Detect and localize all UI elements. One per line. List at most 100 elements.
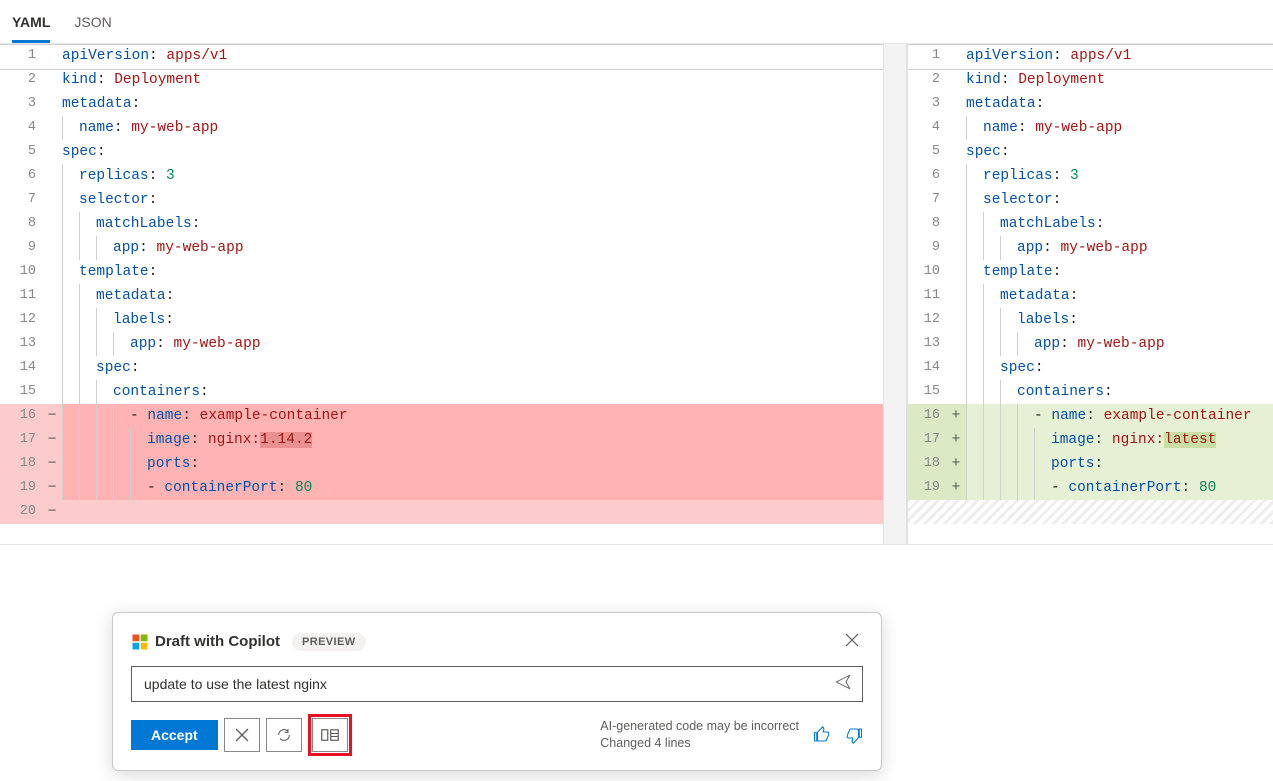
- code-line[interactable]: 12labels:: [0, 308, 883, 332]
- code-line[interactable]: 19+- containerPort: 80: [908, 476, 1273, 500]
- code-line[interactable]: 13app: my-web-app: [908, 332, 1273, 356]
- code-line[interactable]: 17+image: nginx:latest: [908, 428, 1273, 452]
- line-number: 4: [908, 116, 946, 140]
- copilot-prompt[interactable]: [131, 666, 863, 702]
- code-content: name: my-web-app: [983, 116, 1273, 140]
- line-number: 15: [0, 380, 42, 404]
- code-line[interactable]: 2kind: Deployment: [908, 68, 1273, 92]
- code-content: spec:: [62, 140, 883, 164]
- code-line[interactable]: 15containers:: [0, 380, 883, 404]
- code-line[interactable]: 19−- containerPort: 80: [0, 476, 883, 500]
- code-content: spec:: [966, 140, 1273, 164]
- line-number: 12: [908, 308, 946, 332]
- code-line[interactable]: [908, 500, 1273, 524]
- send-button[interactable]: [834, 673, 852, 696]
- discard-button[interactable]: [224, 718, 260, 752]
- code-line[interactable]: 4name: my-web-app: [0, 116, 883, 140]
- code-content: template:: [79, 260, 883, 284]
- code-content: app: my-web-app: [113, 236, 883, 260]
- line-number: 6: [0, 164, 42, 188]
- code-line[interactable]: 12labels:: [908, 308, 1273, 332]
- code-line[interactable]: 18+ports:: [908, 452, 1273, 476]
- code-line[interactable]: 2kind: Deployment: [0, 68, 883, 92]
- line-number: 1: [0, 44, 42, 68]
- code-line[interactable]: 6replicas: 3: [0, 164, 883, 188]
- line-number: 6: [908, 164, 946, 188]
- close-button[interactable]: [841, 627, 863, 656]
- code-content: replicas: 3: [983, 164, 1273, 188]
- code-line[interactable]: 9 app: my-web-app: [908, 236, 1273, 260]
- code-line[interactable]: 11metadata:: [0, 284, 883, 308]
- preview-badge: PREVIEW: [292, 633, 366, 651]
- code-line[interactable]: 17−image: nginx:1.14.2: [0, 428, 883, 452]
- code-content: kind: Deployment: [966, 68, 1273, 92]
- code-line[interactable]: 5 spec:: [0, 140, 883, 164]
- code-line[interactable]: 13app: my-web-app: [0, 332, 883, 356]
- code-content: apiVersion: apps/v1: [966, 44, 1273, 68]
- line-number: 19: [0, 476, 42, 500]
- code-content: ports:: [1051, 452, 1273, 476]
- diff-modified-pane[interactable]: 1apiVersion: apps/v12kind: Deployment3me…: [907, 44, 1273, 544]
- code-line[interactable]: 7selector:: [908, 188, 1273, 212]
- line-number: 16: [0, 404, 42, 428]
- code-line[interactable]: 9app: my-web-app: [0, 236, 883, 260]
- code-line[interactable]: 10 template:: [908, 260, 1273, 284]
- line-number: 7: [0, 188, 42, 212]
- tab-yaml[interactable]: YAML: [12, 14, 50, 43]
- code-line[interactable]: 8matchLabels:: [0, 212, 883, 236]
- code-line[interactable]: 10template:: [0, 260, 883, 284]
- compare-button[interactable]: [312, 718, 348, 752]
- copilot-icon: [131, 633, 149, 651]
- code-line[interactable]: 20−: [0, 500, 883, 524]
- line-number: 11: [908, 284, 946, 308]
- code-line[interactable]: 5 spec:: [908, 140, 1273, 164]
- removed-marker: −: [42, 404, 62, 428]
- close-icon: [235, 728, 249, 742]
- code-line[interactable]: 16− - name: example-container: [0, 404, 883, 428]
- copilot-prompt-input[interactable]: [142, 675, 834, 693]
- code-line[interactable]: 11metadata:: [908, 284, 1273, 308]
- line-number: 10: [908, 260, 946, 284]
- code-line[interactable]: 14spec:: [0, 356, 883, 380]
- code-line[interactable]: 18− ports:: [0, 452, 883, 476]
- format-tabs: YAML JSON: [0, 0, 1273, 43]
- line-number: 8: [908, 212, 946, 236]
- code-line[interactable]: 6 replicas: 3: [908, 164, 1273, 188]
- code-content: - name: example-container: [130, 404, 883, 428]
- code-content: apiVersion: apps/v1: [62, 44, 883, 68]
- code-content: app: my-web-app: [1017, 236, 1273, 260]
- code-line[interactable]: 4 name: my-web-app: [908, 116, 1273, 140]
- code-line[interactable]: 16+- name: example-container: [908, 404, 1273, 428]
- line-number: 7: [908, 188, 946, 212]
- code-content: ports:: [147, 452, 883, 476]
- code-content: selector:: [79, 188, 883, 212]
- line-number: 19: [908, 476, 946, 500]
- regenerate-button[interactable]: [266, 718, 302, 752]
- removed-marker: −: [42, 500, 62, 524]
- line-number: 5: [0, 140, 42, 164]
- code-line[interactable]: 3metadata:: [0, 92, 883, 116]
- code-line[interactable]: 15containers:: [908, 380, 1273, 404]
- thumbs-up-button[interactable]: [813, 726, 831, 744]
- code-line[interactable]: 8matchLabels:: [908, 212, 1273, 236]
- overview-ruler[interactable]: [884, 44, 907, 544]
- line-number: 18: [0, 452, 42, 476]
- code-content: image: nginx:1.14.2: [147, 428, 883, 452]
- removed-marker: −: [42, 452, 62, 476]
- code-line[interactable]: 14spec:: [908, 356, 1273, 380]
- code-line[interactable]: 1apiVersion: apps/v1: [908, 44, 1273, 68]
- accept-button[interactable]: Accept: [131, 720, 218, 750]
- code-content: template:: [983, 260, 1273, 284]
- code-line[interactable]: 3metadata:: [908, 92, 1273, 116]
- code-line[interactable]: 1 apiVersion: apps/v1: [0, 44, 883, 68]
- code-content: - containerPort: 80: [1051, 476, 1273, 500]
- removed-marker: −: [42, 428, 62, 452]
- line-number: 5: [908, 140, 946, 164]
- thumbs-down-button[interactable]: [845, 726, 863, 744]
- line-number: 9: [908, 236, 946, 260]
- code-content: - containerPort: 80: [147, 476, 883, 500]
- tab-json[interactable]: JSON: [74, 14, 111, 43]
- diff-original-pane[interactable]: 1 apiVersion: apps/v12kind: Deployment3me…: [0, 44, 884, 544]
- code-line[interactable]: 7 selector:: [0, 188, 883, 212]
- thumbs-up-icon: [813, 726, 831, 744]
